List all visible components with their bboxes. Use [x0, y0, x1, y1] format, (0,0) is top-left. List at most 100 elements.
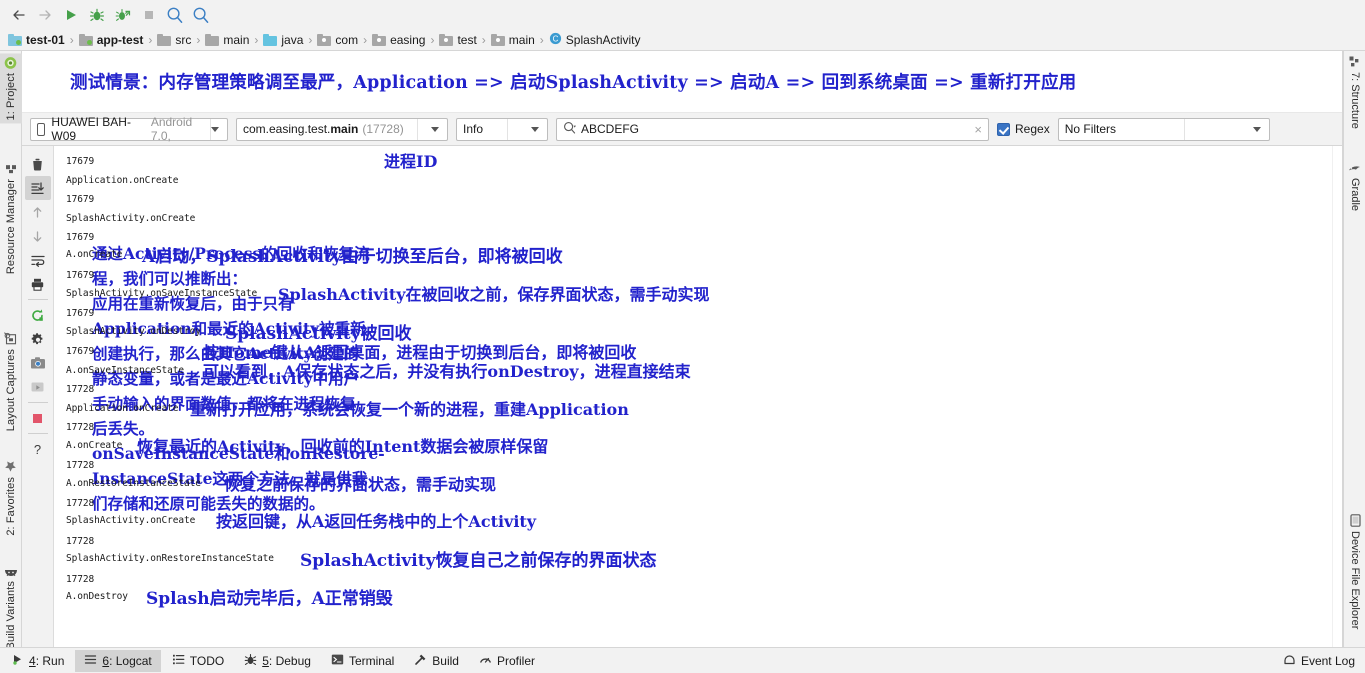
- scroll-to-end-icon[interactable]: [24, 176, 51, 200]
- status-tab-label: TODO: [189, 653, 225, 668]
- search-value: ABCDEFG: [581, 122, 640, 136]
- breadcrumb-item-main[interactable]: main: [205, 29, 249, 51]
- breadcrumb-item-label: SplashActivity: [565, 32, 641, 47]
- regex-toggle[interactable]: Regex: [997, 122, 1050, 136]
- breadcrumb-item-app-test[interactable]: app-test: [78, 29, 143, 51]
- breadcrumb-item-src[interactable]: src: [157, 29, 191, 51]
- device-selector[interactable]: HUAWEI BAH-W09 Android 7.0,: [30, 115, 228, 143]
- clear-logcat-icon[interactable]: [25, 152, 51, 176]
- search-input[interactable]: ABCDEFG ×: [556, 117, 989, 141]
- left-tool-window-build-variants[interactable]: Build Variants: [0, 563, 22, 652]
- right-tool-window-device-file-explorer[interactable]: Device File Explorer: [1344, 511, 1365, 632]
- forward-arrow-icon[interactable]: [32, 3, 58, 27]
- status-tab-5-debug[interactable]: 5: Debug: [235, 650, 320, 672]
- clear-search-icon[interactable]: ×: [974, 122, 982, 137]
- logcat-pid: 17679: [66, 308, 95, 319]
- breadcrumb-item-java[interactable]: java: [263, 29, 303, 51]
- left-tool-window-layout-captures[interactable]: Layout Captures: [0, 329, 22, 434]
- help-icon[interactable]: ?: [25, 437, 51, 461]
- chevron-down-icon[interactable]: [430, 126, 439, 132]
- logcat-pid: 17679: [66, 270, 95, 281]
- print-icon[interactable]: [25, 272, 51, 296]
- logcat-annotation: Splash启动完毕后，A正常销毁: [146, 588, 393, 609]
- breadcrumb-item-label: main: [223, 32, 250, 47]
- status-tab-terminal[interactable]: Terminal: [322, 650, 403, 672]
- logcat-pid: 17679: [66, 156, 95, 167]
- status-tab-build[interactable]: Build: [405, 650, 468, 672]
- screenshot-icon[interactable]: [25, 351, 51, 375]
- search-everywhere-icon[interactable]: [162, 3, 188, 27]
- logcat-output[interactable]: 进程ID 通过Activity/Process的回收和恢复流 程，我们可以推断出…: [54, 146, 1332, 647]
- find-icon[interactable]: [188, 3, 214, 27]
- status-tab-todo[interactable]: TODO: [163, 650, 233, 672]
- process-module: main: [330, 122, 359, 136]
- screen-record-icon[interactable]: [25, 375, 51, 399]
- breadcrumb-item-test[interactable]: test: [439, 29, 477, 51]
- up-arrow-icon[interactable]: [25, 200, 51, 224]
- left-tool-window-favorites[interactable]: 2: Favorites: [0, 457, 22, 539]
- status-tab-label: Profiler: [496, 653, 535, 668]
- breadcrumb-item-main[interactable]: main: [490, 29, 535, 51]
- right-tool-window-structure[interactable]: 7: Structure: [1344, 53, 1365, 132]
- logcat-annotation: 恢复之前保存的界面状态，需手动实现: [224, 475, 497, 495]
- back-arrow-icon[interactable]: [6, 3, 32, 27]
- left-tool-window-label: Build Variants: [5, 581, 17, 650]
- debug-icon[interactable]: [84, 3, 110, 27]
- settings-gear-icon[interactable]: [25, 327, 51, 351]
- left-tool-window-label: 2: Favorites: [5, 477, 17, 536]
- module-icon: [8, 33, 22, 46]
- status-tab-label: Build: [432, 653, 459, 668]
- process-selector[interactable]: com.easing.test. main (17728): [236, 117, 448, 141]
- filters-selector[interactable]: No Filters: [1057, 117, 1270, 141]
- package-icon: [439, 33, 454, 46]
- module-icon: [78, 33, 93, 46]
- logcat-filter-bar: HUAWEI BAH-W09 Android 7.0, com.easing.t…: [22, 113, 1342, 146]
- breadcrumb-item-easing[interactable]: easing: [372, 29, 425, 51]
- run-icon[interactable]: [58, 3, 84, 27]
- logcat-pid: 17728: [66, 460, 95, 471]
- scenario-title: 测试情景：内存管理策略调至最严，Application => 启动SplashA…: [70, 73, 1077, 93]
- status-tab-profiler[interactable]: Profiler: [470, 650, 544, 672]
- structure-icon: [1349, 56, 1361, 68]
- android-studio-window: test-01 › app-test › src › main › java › com › easin…: [0, 0, 1365, 673]
- android-icon: [4, 566, 18, 577]
- gradle-icon: [1348, 164, 1362, 174]
- status-tab-6-logcat[interactable]: 6: Logcat: [75, 649, 161, 672]
- logcat-gutter-toolbar: ?: [22, 146, 54, 647]
- down-arrow-icon[interactable]: [25, 224, 51, 248]
- chevron-down-icon[interactable]: [211, 126, 219, 132]
- breadcrumb-item-splashactivity[interactable]: C SplashActivity: [549, 29, 641, 51]
- regex-checkbox[interactable]: [997, 122, 1010, 136]
- logcat-pid: 17728: [66, 574, 95, 585]
- breadcrumb-separator: ›: [481, 32, 486, 47]
- logcat-icon: [84, 653, 97, 669]
- left-tool-window-resource-manager[interactable]: Resource Manager: [0, 159, 22, 277]
- breadcrumb-item-label: main: [508, 32, 535, 47]
- left-tool-window-project[interactable]: 1: Project: [0, 53, 22, 124]
- log-level-value: Info: [463, 122, 484, 136]
- attach-debugger-icon[interactable]: [110, 3, 136, 27]
- right-tool-window-label: Device File Explorer: [1349, 531, 1361, 630]
- chevron-down-icon[interactable]: [530, 126, 539, 132]
- restart-icon[interactable]: [25, 303, 51, 327]
- stop-icon[interactable]: [136, 3, 162, 27]
- breadcrumb-item-test-01[interactable]: test-01: [8, 29, 65, 51]
- breadcrumb-separator: ›: [363, 32, 368, 47]
- breadcrumb-separator: ›: [148, 32, 153, 47]
- chevron-down-icon[interactable]: [1252, 126, 1261, 132]
- status-tab-label: 4: Run: [29, 653, 65, 668]
- logcat-scrollbar[interactable]: [1332, 146, 1342, 647]
- log-level-selector[interactable]: Info: [456, 117, 548, 141]
- folder-icon: [205, 33, 220, 46]
- logcat-annotation: SplashActivity恢复自己之前保存的界面状态: [300, 550, 657, 571]
- stop-square-icon[interactable]: [25, 406, 51, 430]
- right-tool-window-gradle[interactable]: Gradle: [1344, 161, 1365, 214]
- class-icon: C: [549, 32, 562, 48]
- status-tab-label: 6: Logcat: [102, 653, 152, 668]
- event-log-button[interactable]: Event Log: [1283, 653, 1365, 669]
- status-tab-4-run[interactable]: 4: Run: [2, 650, 73, 672]
- filters-value: No Filters: [1064, 122, 1117, 136]
- breadcrumb-item-com[interactable]: com: [317, 29, 358, 51]
- soft-wrap-icon[interactable]: [25, 248, 51, 272]
- breadcrumb-item-label: easing: [390, 32, 426, 47]
